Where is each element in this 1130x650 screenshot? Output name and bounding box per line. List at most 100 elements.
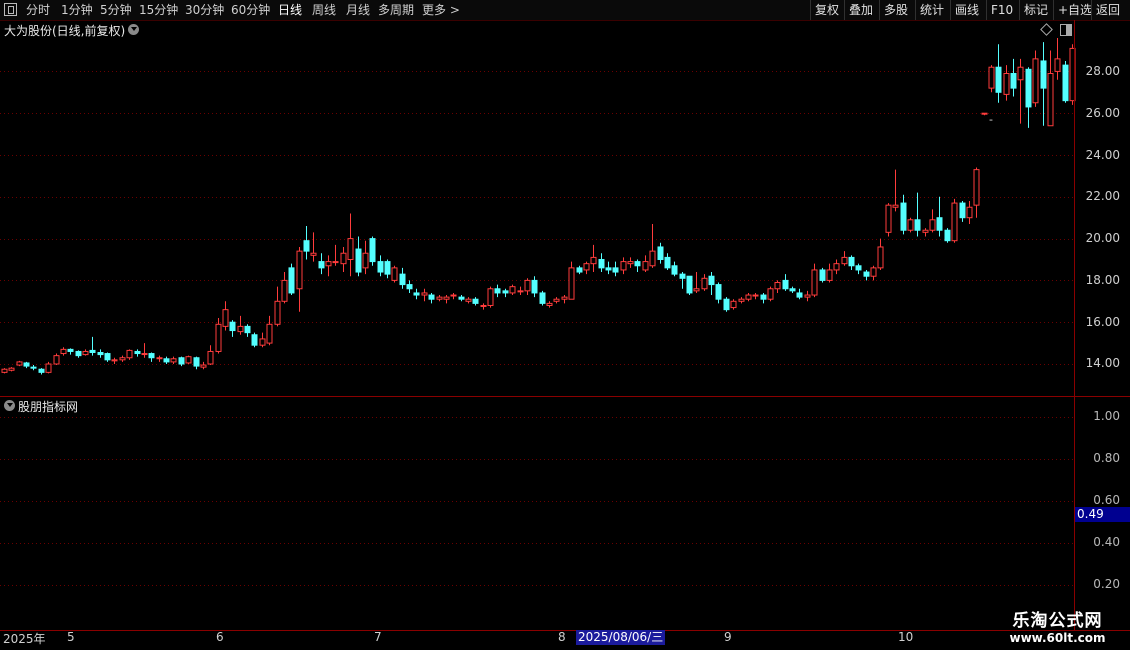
candle-body <box>163 358 170 363</box>
candle-body <box>936 217 943 231</box>
candle-body <box>804 294 811 298</box>
candle-body <box>907 219 914 231</box>
candle <box>318 253 325 275</box>
candle-body <box>819 269 826 281</box>
candle-body <box>760 294 767 300</box>
candle-body <box>134 350 141 355</box>
candle-body <box>863 271 870 277</box>
candle <box>1040 42 1047 126</box>
candle <box>944 228 951 243</box>
price-axis-label: 18.00 <box>1085 273 1120 287</box>
candle <box>502 288 509 298</box>
date-axis-label: 8 <box>558 630 566 644</box>
candle <box>8 367 15 372</box>
candlestick-chart[interactable] <box>0 0 1130 650</box>
candle-body <box>82 350 89 356</box>
candle-body <box>310 252 317 256</box>
candle-body <box>1032 58 1039 104</box>
candle <box>75 350 82 358</box>
candle <box>45 361 52 374</box>
price-axis-label: 20.00 <box>1085 231 1120 245</box>
candle-body <box>944 229 951 242</box>
candle <box>148 352 155 362</box>
candle <box>413 288 420 300</box>
candle <box>53 353 60 366</box>
candle <box>524 278 531 296</box>
candle <box>686 275 693 296</box>
candle-body <box>274 300 281 325</box>
candle <box>355 236 362 277</box>
candle-body <box>900 202 907 231</box>
candle <box>774 280 781 293</box>
candle-body <box>38 368 45 373</box>
candle <box>517 286 524 296</box>
candle-body <box>1040 60 1047 89</box>
candle <box>855 263 862 275</box>
candle <box>752 292 759 300</box>
candle-body <box>988 66 995 89</box>
candle-body <box>75 350 82 357</box>
candle-body <box>686 275 693 294</box>
price-axis-label: 16.00 <box>1085 315 1120 329</box>
candle <box>1054 37 1061 80</box>
candle-body <box>1025 68 1032 108</box>
price-axis-label: 22.00 <box>1085 189 1120 203</box>
candle-body <box>259 338 266 346</box>
candle-body <box>141 353 148 356</box>
candle-body <box>450 294 457 297</box>
candle <box>553 297 560 304</box>
candle <box>671 261 678 277</box>
candle <box>369 236 376 266</box>
crosshair-date-label: 2025/08/06/三 <box>576 630 666 645</box>
candle <box>634 259 641 273</box>
candle <box>156 355 163 362</box>
candle <box>266 315 273 346</box>
indicator-axis-label: 0.80 <box>1093 451 1120 465</box>
candle <box>723 297 730 312</box>
candle <box>30 365 37 371</box>
candle-body <box>347 238 354 261</box>
candle-body <box>517 290 524 293</box>
candle-body <box>436 296 443 300</box>
candle <box>200 361 207 370</box>
candle-body <box>679 273 686 279</box>
date-axis-label: 9 <box>724 630 732 644</box>
candle-body <box>730 300 737 309</box>
candle <box>60 347 67 356</box>
candle <box>23 361 30 369</box>
candle-body <box>892 204 899 208</box>
candle-body <box>627 261 634 265</box>
candle-body <box>156 357 163 360</box>
candle <box>1017 58 1024 124</box>
chevron-down-icon[interactable] <box>4 400 15 411</box>
candle-body <box>16 361 23 366</box>
candle <box>966 200 973 224</box>
candle-body <box>738 298 745 302</box>
candle <box>539 290 546 306</box>
candle-body <box>119 357 126 361</box>
candle-body <box>576 267 583 273</box>
watermark: 乐淘公式网 www.60lt.com <box>985 606 1130 650</box>
candle-body <box>303 240 310 252</box>
candle <box>782 274 789 291</box>
low-price-marker: - <box>989 113 993 126</box>
candle-body <box>598 259 605 269</box>
candle-body <box>664 256 671 269</box>
candle-body <box>995 66 1002 93</box>
candle <box>126 349 133 360</box>
candle <box>627 257 634 268</box>
candle <box>384 259 391 279</box>
candle-body <box>561 296 568 300</box>
candle <box>185 355 192 364</box>
candle <box>281 272 288 304</box>
candle-body <box>841 256 848 265</box>
candle <box>178 356 185 367</box>
candle-body <box>973 169 980 206</box>
candle-body <box>487 288 494 306</box>
candle <box>215 318 222 354</box>
candle <box>251 332 258 348</box>
candle <box>16 360 23 367</box>
candle-body <box>1003 72 1010 95</box>
candle <box>406 280 413 293</box>
candle <box>38 368 45 375</box>
